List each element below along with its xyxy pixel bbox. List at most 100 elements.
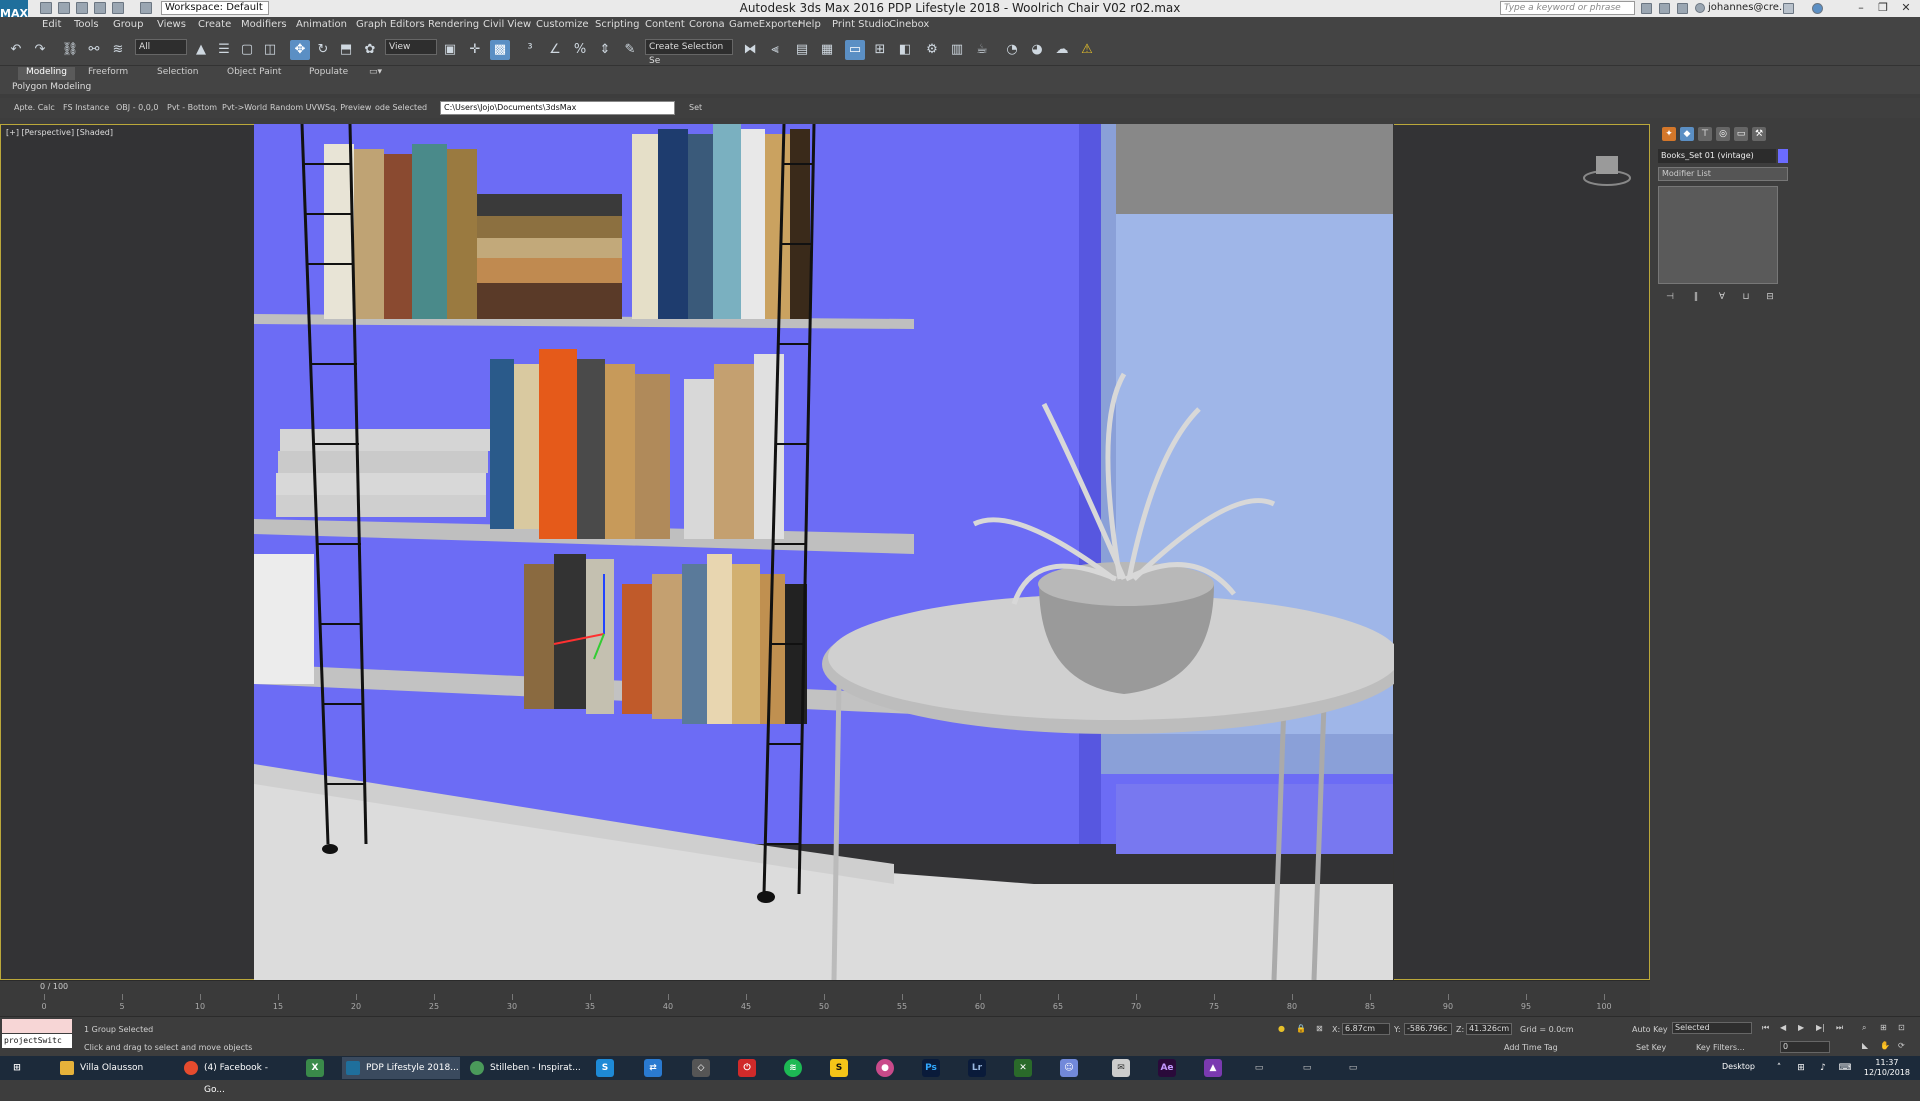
isolate-icon[interactable]: ● xyxy=(1278,1024,1285,1033)
window-crossing-icon[interactable]: ◫ xyxy=(260,40,280,60)
project-path-field[interactable]: C:\Users\Jojo\Documents\3dsMax xyxy=(440,101,675,115)
task-villa-olausson[interactable]: Villa Olausson xyxy=(56,1057,176,1079)
tool-pivot-world[interactable]: Pvt->World xyxy=(222,103,267,112)
maxscript-listener-input[interactable]: projectSwitc xyxy=(2,1034,72,1048)
menu-rendering[interactable]: Rendering xyxy=(428,19,479,30)
edit-named-selection-icon[interactable]: ✎ xyxy=(620,40,640,60)
move-gizmo-icon[interactable]: ✛ xyxy=(465,40,485,60)
tab-modeling[interactable]: Modeling xyxy=(18,67,75,80)
reference-coordinate-dropdown[interactable]: View xyxy=(385,39,437,55)
a360-render-icon[interactable]: ☁ xyxy=(1052,40,1072,60)
unlink-icon[interactable]: ⚯ xyxy=(84,40,104,60)
spotify-icon[interactable]: ≋ xyxy=(784,1059,802,1077)
previous-frame-icon[interactable]: ◀ xyxy=(1780,1023,1786,1032)
modify-tab-icon[interactable]: ◆ xyxy=(1680,127,1694,141)
help-icon[interactable] xyxy=(1812,3,1823,14)
tool-fs-instance[interactable]: FS Instance xyxy=(63,103,109,112)
teamviewer-icon[interactable]: ⇄ xyxy=(644,1059,662,1077)
current-frame-field[interactable]: 0 xyxy=(1780,1041,1830,1053)
hierarchy-tab-icon[interactable]: ⊤ xyxy=(1698,127,1712,141)
open-file-icon[interactable] xyxy=(58,2,70,14)
track-bar[interactable]: 0 5 10 15 20 25 30 35 40 45 50 55 60 65 70 75 80 85 90 95 10… xyxy=(0,994,1650,1016)
polygon-modeling-panel[interactable]: Polygon Modeling xyxy=(12,82,91,92)
motion-tab-icon[interactable]: ◎ xyxy=(1716,127,1730,141)
triangle-app-icon[interactable]: ▲ xyxy=(1204,1059,1222,1077)
user-account[interactable]: johannes@cre... xyxy=(1708,2,1788,13)
zoom-extents-icon[interactable]: ⊡ xyxy=(1898,1023,1905,1032)
tab-freeform[interactable]: Freeform xyxy=(88,67,128,80)
undo-icon[interactable]: ↶ xyxy=(6,40,26,60)
clock[interactable]: 11:37 12/10/2018 xyxy=(1864,1058,1910,1078)
menu-animation[interactable]: Animation xyxy=(296,19,347,30)
tray-chevron-icon[interactable]: ˄ xyxy=(1770,1059,1788,1077)
task-3ds-max[interactable]: PDP Lifestyle 2018... xyxy=(342,1057,460,1079)
after-effects-icon[interactable]: Ae xyxy=(1158,1059,1176,1077)
menu-customize[interactable]: Customize xyxy=(536,19,589,30)
menu-scripting[interactable]: Scripting xyxy=(595,19,639,30)
search-icon[interactable] xyxy=(1641,3,1652,14)
menu-graph-editors[interactable]: Graph Editors xyxy=(356,19,425,30)
menu-views[interactable]: Views xyxy=(157,19,186,30)
tab-selection[interactable]: Selection xyxy=(157,67,198,80)
go-to-start-icon[interactable]: ⏮ xyxy=(1762,1023,1769,1033)
tab-populate[interactable]: Populate xyxy=(309,67,348,80)
align-icon[interactable]: ⫷ xyxy=(765,40,785,60)
close-icon[interactable]: ✕ xyxy=(1895,0,1917,16)
maximize-icon[interactable]: ❐ xyxy=(1872,0,1894,16)
keyboard-override-icon[interactable]: ▩ xyxy=(490,40,510,60)
schematic-view-icon[interactable]: ⊞ xyxy=(870,40,890,60)
select-by-name-icon[interactable]: ☰ xyxy=(214,40,234,60)
menu-group[interactable]: Group xyxy=(113,19,143,30)
link-icon[interactable]: ⛓ xyxy=(60,40,80,60)
bind-space-warp-icon[interactable]: ≋ xyxy=(108,40,128,60)
remove-modifier-icon[interactable]: ⊔ xyxy=(1738,290,1754,304)
show-end-result-icon[interactable]: ‖ xyxy=(1688,290,1704,304)
app-icon[interactable]: ◇ xyxy=(692,1059,710,1077)
excel-icon[interactable]: X xyxy=(306,1059,324,1077)
menu-print-studio[interactable]: Print Studio xyxy=(832,19,890,30)
display-tab-icon[interactable]: ▭ xyxy=(1734,127,1748,141)
percent-snap-icon[interactable]: % xyxy=(570,40,590,60)
keying-set-dropdown[interactable]: Selected xyxy=(1672,1022,1752,1034)
angle-snap-icon[interactable]: ∠ xyxy=(545,40,565,60)
named-selection-dropdown[interactable]: Create Selection Se xyxy=(645,39,733,66)
zoom-icon[interactable]: ⌕ xyxy=(1862,1023,1866,1033)
start-icon[interactable]: ⊞ xyxy=(8,1059,26,1077)
task-stilleben[interactable]: Stilleben - Inspirat... xyxy=(466,1057,584,1079)
layer-explorer-icon[interactable]: ▤ xyxy=(792,40,812,60)
save-file-icon[interactable] xyxy=(76,2,88,14)
field-of-view-icon[interactable]: ◣ xyxy=(1862,1041,1868,1050)
frame-counter[interactable]: 0 / 100 xyxy=(40,982,68,991)
key-filters-button[interactable]: Key Filters... xyxy=(1696,1043,1745,1052)
redo-icon[interactable]: ↷ xyxy=(30,40,50,60)
lock-selection-icon[interactable]: 🔒 xyxy=(1296,1024,1306,1033)
z-coordinate-field[interactable]: 41.326cm xyxy=(1466,1023,1512,1035)
search-input[interactable]: Type a keyword or phrase xyxy=(1500,1,1635,15)
photoshop-icon[interactable]: Ps xyxy=(922,1059,940,1077)
time-slider[interactable]: 0 / 100 xyxy=(0,980,1650,994)
pan-view-icon[interactable]: ✋ xyxy=(1880,1041,1890,1050)
exchange-icon[interactable] xyxy=(1783,3,1794,14)
snaps-toggle-icon[interactable]: ³ xyxy=(520,40,540,60)
auto-key-button[interactable]: Auto Key xyxy=(1632,1025,1668,1034)
viewcube[interactable] xyxy=(1582,152,1632,186)
lightroom-icon[interactable]: Lr xyxy=(968,1059,986,1077)
modifier-list-dropdown[interactable]: Modifier List xyxy=(1658,167,1788,181)
y-coordinate-field[interactable]: -586.796c xyxy=(1404,1023,1452,1035)
viewport-perspective[interactable] xyxy=(254,124,1394,980)
system-tray-app-3-icon[interactable]: ▭ xyxy=(1344,1059,1362,1077)
modifier-stack[interactable] xyxy=(1658,186,1778,284)
language-icon[interactable]: ⌨ xyxy=(1836,1059,1854,1077)
workspace-dropdown[interactable]: Workspace: Default xyxy=(161,1,269,15)
menu-corona[interactable]: Corona xyxy=(689,19,725,30)
render-production-icon[interactable]: ☕ xyxy=(972,40,992,60)
next-frame-icon[interactable]: ▶| xyxy=(1816,1023,1825,1032)
ribbon-options-icon[interactable]: ▭▾ xyxy=(369,67,382,80)
render-iterative-icon[interactable]: ◔ xyxy=(1002,40,1022,60)
set-key-button[interactable]: Set Key xyxy=(1636,1043,1666,1052)
place-icon[interactable]: ✿ xyxy=(360,40,380,60)
menu-create[interactable]: Create xyxy=(198,19,231,30)
task-facebook[interactable]: (4) Facebook - Go... xyxy=(180,1057,290,1095)
tool-random-uvw[interactable]: Random UVW xyxy=(270,103,325,112)
mail-icon[interactable]: ✉ xyxy=(1112,1059,1130,1077)
